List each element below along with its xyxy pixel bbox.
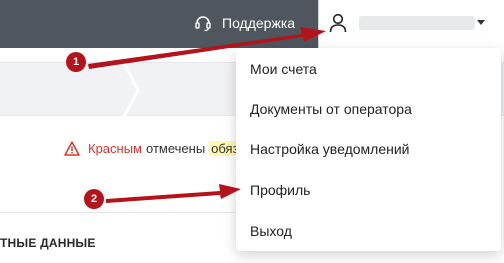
menu-item-profile[interactable]: Профиль [250, 182, 310, 198]
annotation-marker-2: 2 [84, 189, 104, 209]
top-bar: Поддержка [0, 0, 504, 48]
menu-item-notification-settings[interactable]: Настройка уведомлений [250, 141, 409, 157]
section-title: ТНЫЕ ДАННЫЕ [0, 236, 96, 250]
caret-down-icon [477, 20, 485, 25]
user-icon [329, 13, 347, 33]
required-fields-notice: Красным отмечены обяз [64, 139, 241, 157]
menu-item-my-accounts[interactable]: Мои счета [250, 61, 317, 77]
warning-icon [64, 140, 80, 156]
notice-red-word: Красным [88, 140, 142, 156]
user-dropdown-menu: Мои счета Документы от оператора Настрой… [236, 48, 501, 251]
user-menu-toggle[interactable] [318, 0, 504, 48]
annotation-marker-1: 1 [66, 52, 86, 72]
user-name-redacted [359, 16, 475, 30]
support-link[interactable]: Поддержка [194, 12, 295, 34]
arrow-2 [106, 184, 241, 203]
menu-item-logout[interactable]: Выход [250, 223, 292, 239]
support-label: Поддержка [222, 15, 296, 31]
section-divider [0, 212, 240, 213]
notice-text: отмечены [146, 140, 206, 156]
headset-icon [195, 16, 211, 32]
menu-item-operator-documents[interactable]: Документы от оператора [250, 101, 412, 117]
